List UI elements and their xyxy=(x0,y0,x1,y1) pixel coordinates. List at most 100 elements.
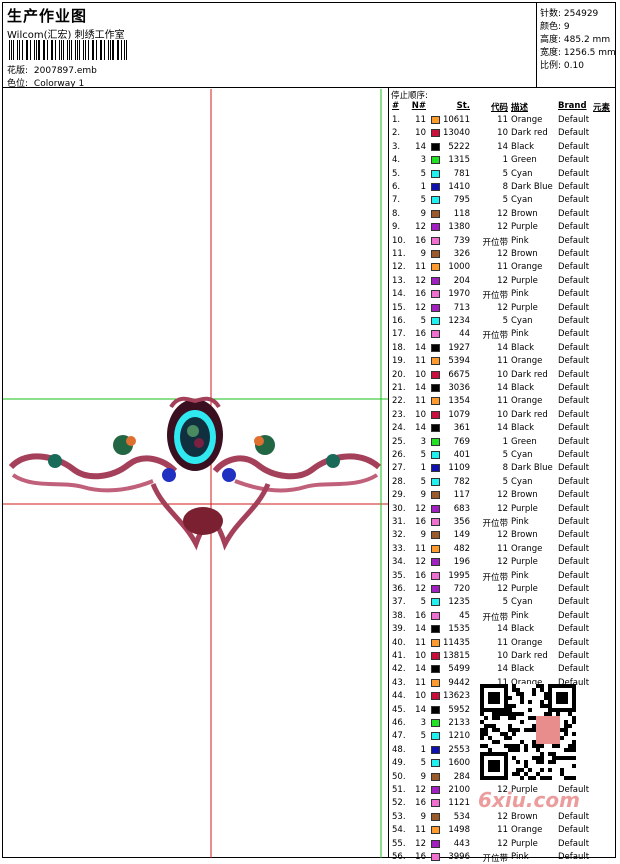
row-stitches: 44 xyxy=(459,329,470,340)
color-swatch xyxy=(431,330,440,339)
table-row: 23. 10 1079 10 Dark red Default xyxy=(390,409,616,422)
row-stitches: 1354 xyxy=(448,396,470,407)
row-code: 5 xyxy=(502,168,508,179)
color-swatch xyxy=(431,410,440,419)
row-needle: 14 xyxy=(415,624,426,635)
row-description: Orange xyxy=(511,356,543,367)
row-code: 5 xyxy=(502,316,508,326)
row-brand: Default xyxy=(558,490,590,501)
color-swatch xyxy=(431,263,440,272)
table-row: 3. 14 5222 14 Black Default xyxy=(390,141,616,154)
row-index: 16. xyxy=(392,316,406,326)
row-brand: Default xyxy=(558,289,590,300)
table-row: 35. 16 1995 开位带 Pink Default xyxy=(390,570,616,583)
row-stitches: 1079 xyxy=(448,409,470,420)
color-swatch xyxy=(431,531,440,540)
spec-panel: 针数: 254929 颜色: 9 高度: 485.2 mm 宽度: 1256.5… xyxy=(536,3,617,87)
row-brand: Default xyxy=(558,664,590,675)
row-index: 23. xyxy=(392,409,406,420)
row-needle: 3 xyxy=(420,718,426,728)
row-stitches: 6675 xyxy=(448,369,470,380)
table-row: 1. 11 10611 11 Orange Default xyxy=(390,114,616,127)
row-index: 52. xyxy=(392,798,406,809)
row-needle: 11 xyxy=(415,543,426,554)
row-description: Purple xyxy=(511,275,538,286)
row-description: Black xyxy=(511,423,534,434)
row-code: 5 xyxy=(502,476,508,487)
color-swatch xyxy=(431,290,440,299)
design-preview xyxy=(3,89,388,858)
row-code: 开位带 xyxy=(482,854,508,864)
table-row: 53. 9 534 12 Brown Default xyxy=(390,811,616,824)
color-swatch xyxy=(431,116,440,124)
row-description: Brown xyxy=(511,249,538,259)
row-stitches: 356 xyxy=(453,517,470,527)
color-swatch xyxy=(431,370,440,379)
embroidery-motif xyxy=(8,396,381,551)
row-needle: 10 xyxy=(415,651,426,661)
row-description: Dark red xyxy=(511,369,548,380)
watermark: 6xiu.com xyxy=(478,788,580,812)
header-stitches: St. xyxy=(456,101,470,111)
table-header-row: # N# St. 代码 描述 Brand 元素 xyxy=(390,100,616,113)
row-description: Black xyxy=(511,383,534,393)
row-needle: 3 xyxy=(420,436,426,447)
color-swatch xyxy=(431,209,440,218)
table-row: 33. 11 482 11 Orange Default xyxy=(390,543,616,556)
row-needle: 14 xyxy=(415,664,426,675)
table-row: 56. 16 3996 开位带 Pink Default xyxy=(390,851,616,864)
color-swatch xyxy=(431,357,440,366)
table-row: 54. 11 1498 11 Orange Default xyxy=(390,824,616,837)
row-description: Orange xyxy=(511,637,543,648)
row-brand: Default xyxy=(558,262,590,273)
row-needle: 12 xyxy=(415,302,426,313)
table-row: 10. 16 739 开位带 Pink Default xyxy=(390,235,616,248)
row-code: 开位带 xyxy=(482,572,508,583)
row-description: Orange xyxy=(511,262,543,273)
row-needle: 11 xyxy=(415,637,426,648)
color-swatch xyxy=(431,464,440,473)
row-description: Pink xyxy=(511,570,529,581)
column-divider xyxy=(388,88,389,858)
row-brand: Default xyxy=(558,249,590,259)
table-row: 40. 11 11435 11 Orange Default xyxy=(390,637,616,650)
row-stitches: 1121 xyxy=(448,798,470,809)
row-description: Pink xyxy=(511,517,529,527)
row-stitches: 11435 xyxy=(442,637,470,648)
row-needle: 5 xyxy=(420,316,426,326)
table-row: 32. 9 149 12 Brown Default xyxy=(390,529,616,542)
row-index: 38. xyxy=(392,610,406,621)
row-stitches: 713 xyxy=(453,302,470,313)
row-stitches: 1210 xyxy=(448,731,470,742)
row-needle: 5 xyxy=(420,597,426,608)
table-row: 39. 14 1535 14 Black Default xyxy=(390,623,616,636)
row-needle: 11 xyxy=(415,262,426,273)
row-stitches: 361 xyxy=(453,423,470,434)
row-needle: 14 xyxy=(415,383,426,393)
row-index: 30. xyxy=(392,503,406,514)
spec-colors: 颜色: 9 xyxy=(540,22,570,32)
row-brand: Default xyxy=(558,503,590,514)
row-code: 11 xyxy=(497,637,508,648)
row-brand: Default xyxy=(558,409,590,420)
row-stitches: 1535 xyxy=(448,624,470,635)
row-stitches: 326 xyxy=(453,249,470,259)
row-brand: Default xyxy=(558,463,590,474)
row-index: 34. xyxy=(392,557,406,568)
header-brand: Brand xyxy=(558,101,587,111)
row-needle: 14 xyxy=(415,342,426,353)
row-stitches: 401 xyxy=(453,450,470,460)
color-swatch xyxy=(431,250,440,258)
color-swatch xyxy=(431,504,440,513)
row-index: 28. xyxy=(392,476,406,487)
row-stitches: 739 xyxy=(453,235,470,246)
row-needle: 9 xyxy=(420,490,426,501)
header-description: 描述 xyxy=(511,103,529,113)
table-row: 20. 10 6675 10 Dark red Default xyxy=(390,369,616,382)
row-index: 1. xyxy=(392,115,401,125)
row-description: Cyan xyxy=(511,450,533,460)
row-index: 17. xyxy=(392,329,406,340)
table-row: 12. 11 1000 11 Orange Default xyxy=(390,261,616,274)
color-swatch xyxy=(431,812,440,821)
row-code: 14 xyxy=(497,141,508,152)
